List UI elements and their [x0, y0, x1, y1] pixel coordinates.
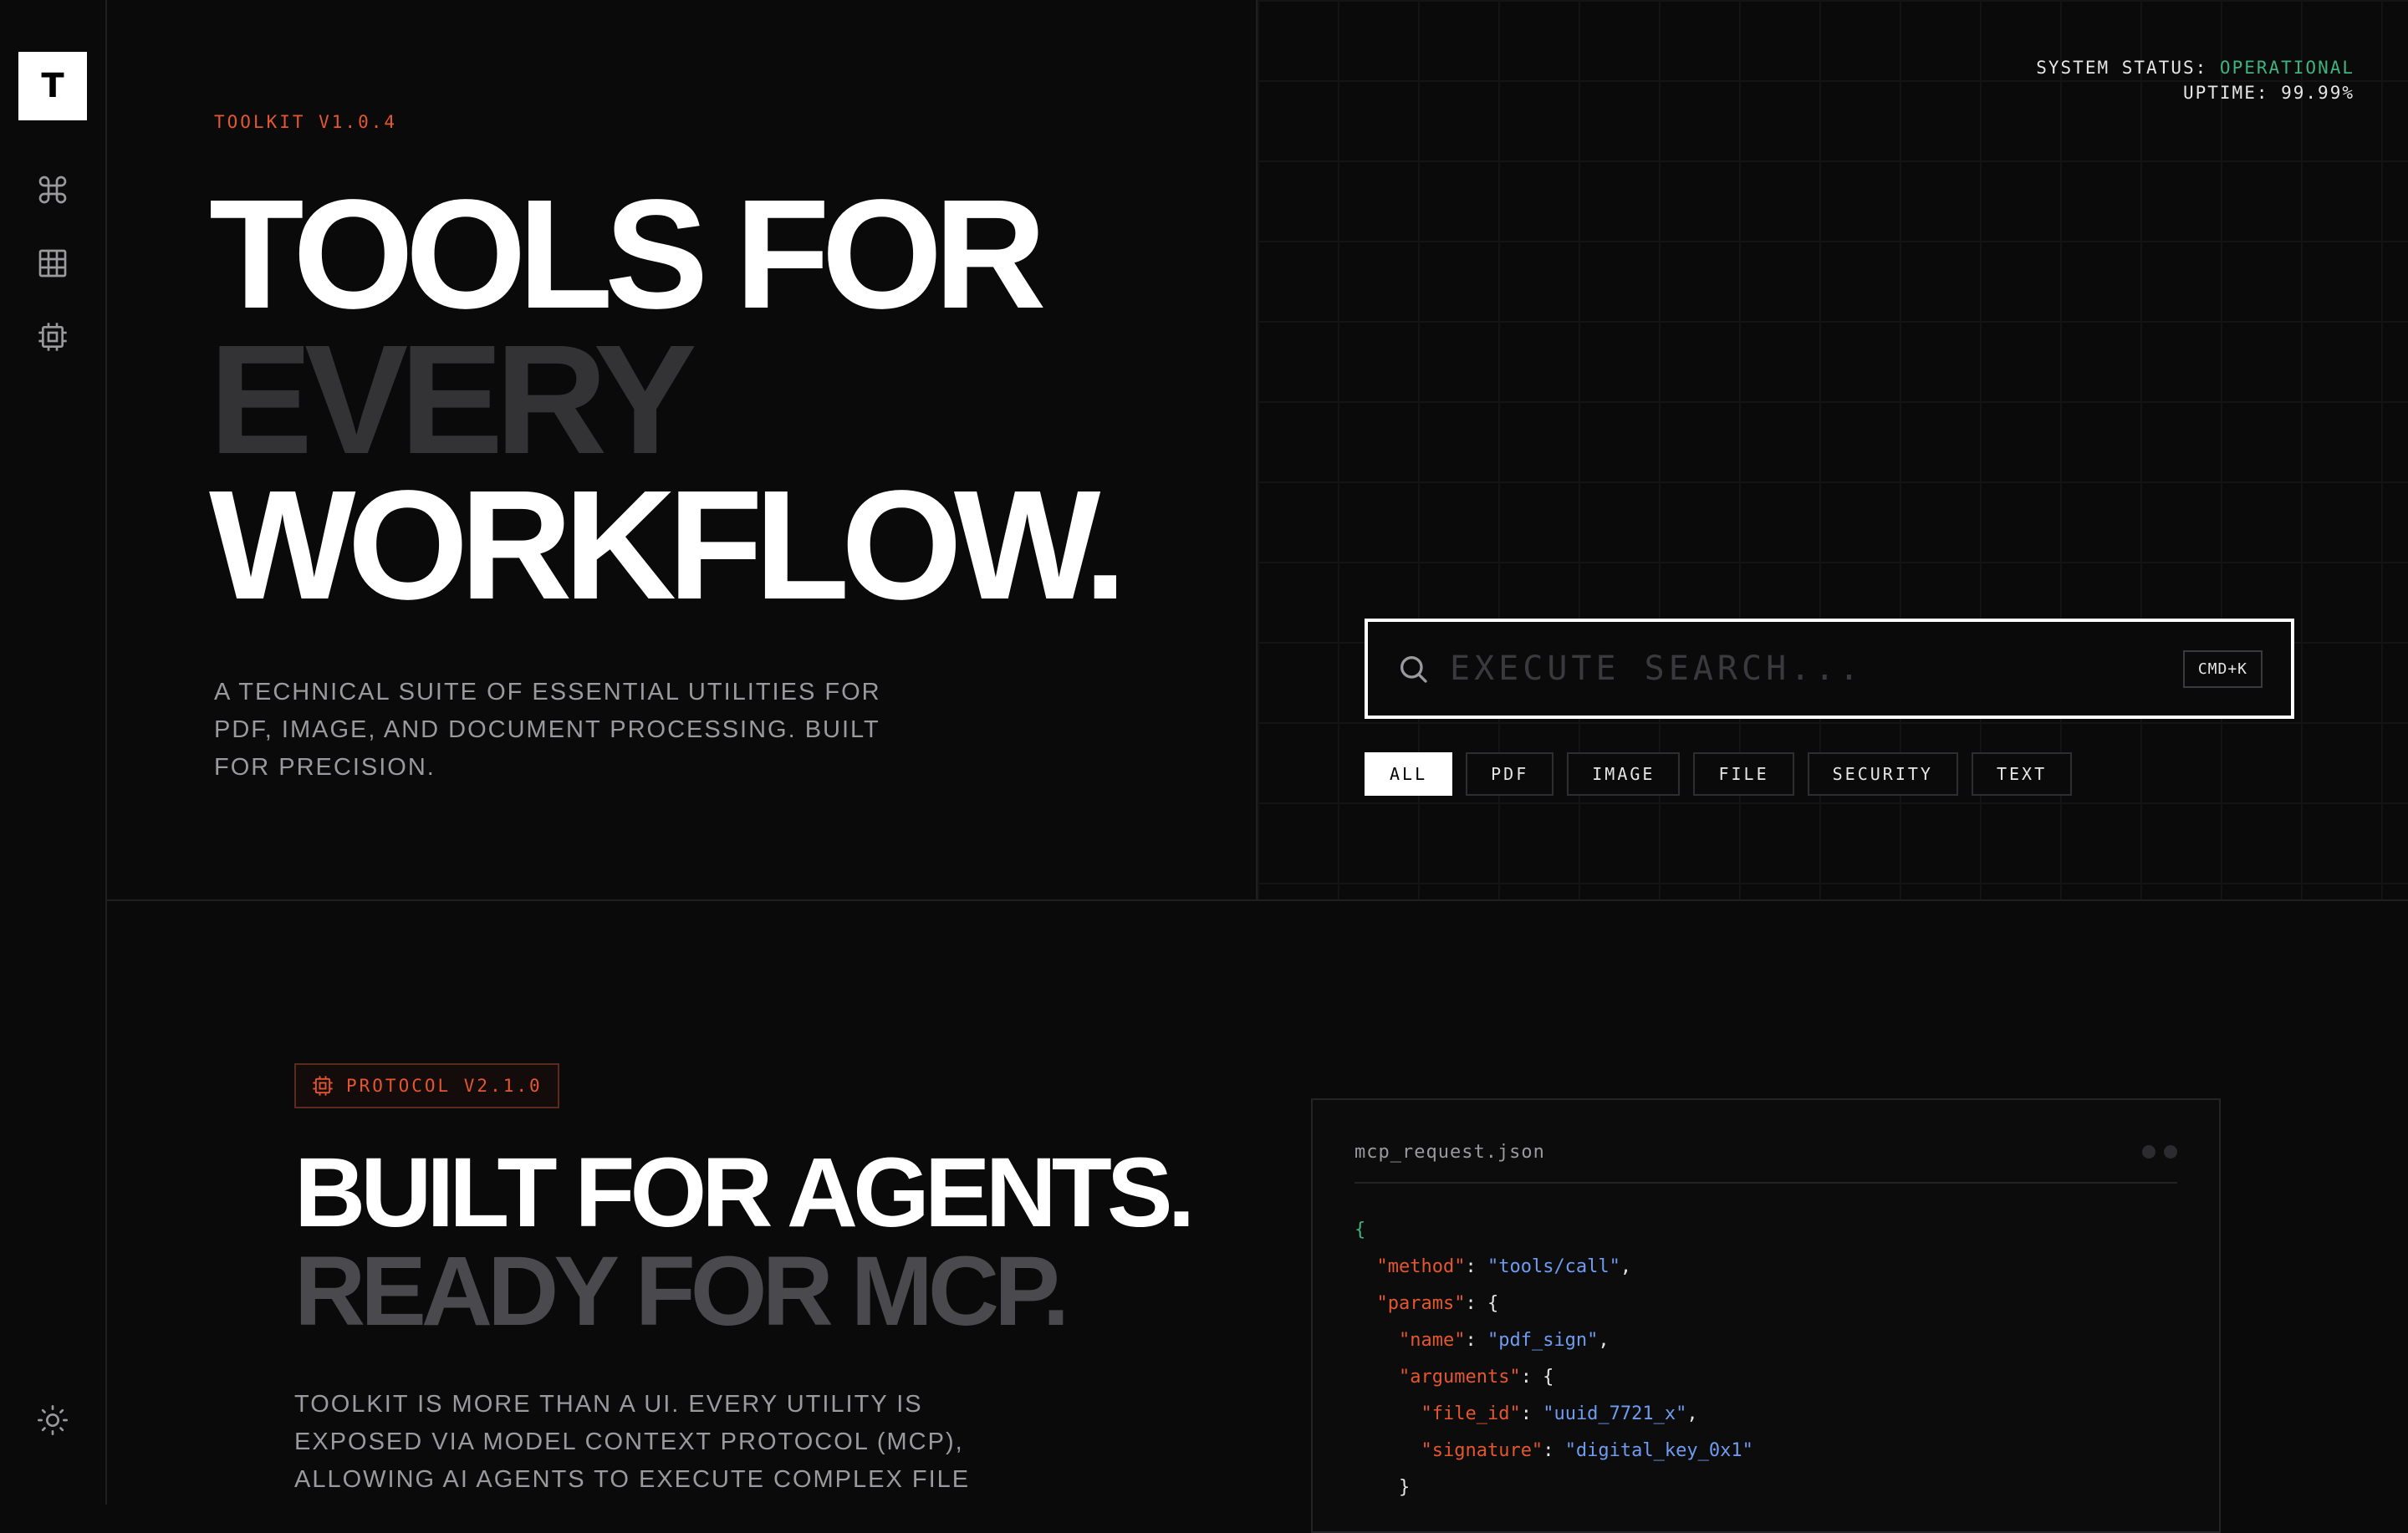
code-key: "arguments"	[1398, 1367, 1521, 1388]
code-token: }	[1398, 1477, 1411, 1498]
search-input[interactable]	[1448, 649, 2183, 689]
grid-icon[interactable]	[33, 244, 72, 283]
hero-section: TOOLKIT V1.0.4 TOOLS FOR EVERY WORKFLOW.…	[107, 0, 1258, 899]
protocol-badge-label: PROTOCOL V2.1.0	[346, 1076, 543, 1096]
window-dot	[2142, 1145, 2155, 1159]
agents-headline-line-1: BUILT FOR AGENTS.	[294, 1138, 1195, 1248]
version-label: TOOLKIT V1.0.4	[214, 112, 398, 132]
hero-description: A TECHNICAL SUITE OF ESSENTIAL UTILITIES…	[214, 679, 881, 781]
code-string: "digital_key_0x1"	[1564, 1440, 1753, 1461]
filter-file[interactable]: FILE	[1693, 752, 1794, 796]
filter-image[interactable]: IMAGE	[1567, 752, 1681, 796]
code-key: "signature"	[1421, 1440, 1543, 1461]
logo[interactable]: T	[18, 52, 87, 120]
code-block: { "method": "tools/call", "params": { "n…	[1354, 1220, 1753, 1498]
search-icon	[1400, 656, 1427, 683]
filter-security[interactable]: SECURITY	[1807, 752, 1958, 796]
code-key: "file_id"	[1421, 1403, 1521, 1424]
search-panel: SYSTEM STATUS: OPERATIONAL UPTIME: 99.99…	[1258, 0, 2408, 899]
chip-icon	[313, 1076, 333, 1096]
headline-line-3: WORKFLOW.	[209, 459, 1127, 632]
status-value: OPERATIONAL	[2219, 58, 2354, 78]
filter-text[interactable]: TEXT	[1971, 752, 2073, 796]
sidebar: T	[0, 0, 107, 1505]
uptime-label: UPTIME: 99.99%	[2182, 83, 2354, 103]
hero-headline: TOOLS FOR EVERY WORKFLOW.	[209, 168, 1127, 632]
code-token: {	[1354, 1220, 1366, 1240]
code-key: "method"	[1376, 1256, 1466, 1277]
filter-all[interactable]: ALL	[1365, 752, 1453, 796]
status-label: SYSTEM STATUS:	[2036, 58, 2208, 78]
code-key: "name"	[1398, 1330, 1466, 1351]
agents-headline-line-2: READY FOR MCP.	[294, 1236, 1069, 1347]
headline-line-2: EVERY	[209, 313, 697, 486]
code-panel: mcp_request.json { "method": "tools/call…	[1311, 1098, 2221, 1533]
shortcut-hint: CMD+K	[2182, 649, 2263, 688]
code-string: "tools/call"	[1487, 1256, 1620, 1277]
protocol-badge: PROTOCOL V2.1.0	[294, 1063, 559, 1108]
code-key: "params"	[1376, 1293, 1466, 1314]
headline-line-1: TOOLS FOR	[209, 168, 1047, 341]
code-string: "pdf_sign"	[1487, 1330, 1599, 1351]
filter-chips: ALL PDF IMAGE FILE SECURITY TEXT	[1365, 752, 2073, 796]
code-filename: mcp_request.json	[1354, 1142, 1545, 1163]
search-bar[interactable]: CMD+K	[1365, 619, 2294, 719]
window-dots	[2142, 1145, 2177, 1159]
agents-description: TOOLKIT IS MORE THAN A UI. EVERY UTILITY…	[294, 1391, 971, 1493]
sun-icon[interactable]	[33, 1401, 72, 1439]
filter-pdf[interactable]: PDF	[1466, 752, 1554, 796]
window-dot	[2164, 1145, 2177, 1159]
code-string: "uuid_7721_x"	[1543, 1403, 1687, 1424]
code-header: mcp_request.json	[1354, 1142, 2177, 1184]
agents-headline: BUILT FOR AGENTS. READY FOR MCP.	[294, 1138, 1195, 1347]
section-divider	[107, 899, 2408, 901]
command-icon[interactable]	[33, 171, 72, 209]
system-status: SYSTEM STATUS: OPERATIONAL UPTIME: 99.99…	[2036, 55, 2354, 105]
chip-icon[interactable]	[33, 318, 72, 356]
